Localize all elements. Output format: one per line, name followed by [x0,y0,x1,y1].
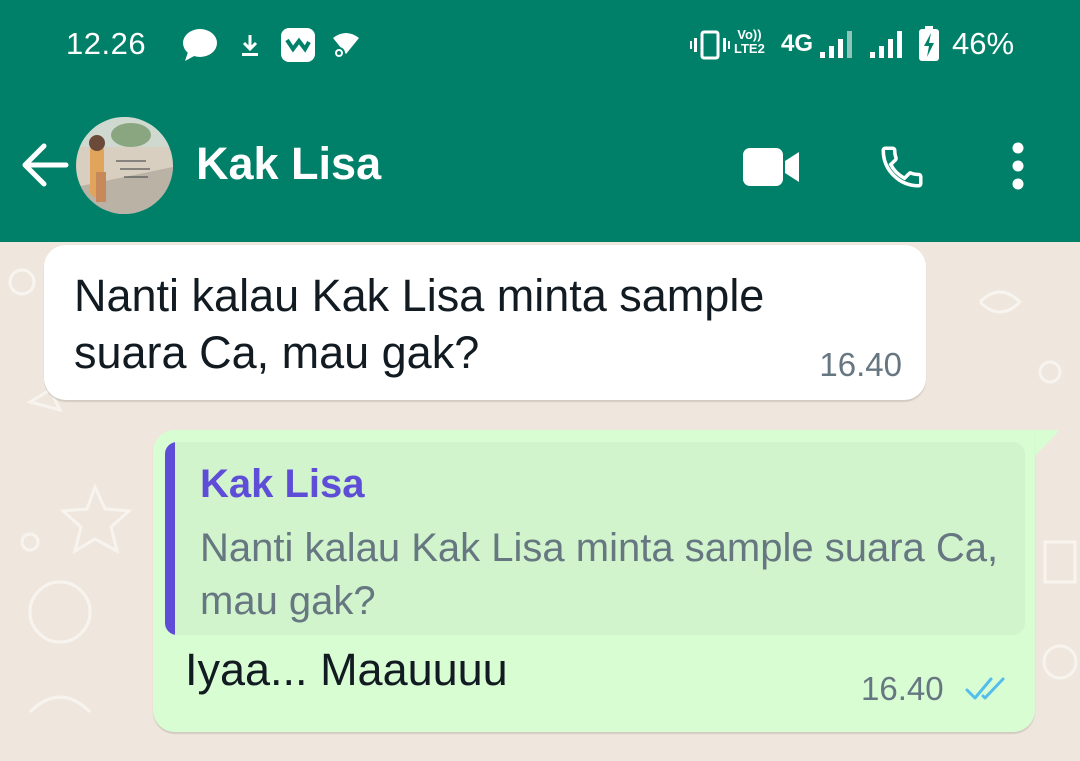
message-time: 16.40 [819,346,902,383]
battery-percent: 46% [952,26,1015,61]
chat-area[interactable]: Nanti kalau Kak Lisa minta sample suara … [0,242,1080,761]
download-icon [242,35,258,56]
quoted-message[interactable]: Kak Lisa Nanti kalau Kak Lisa minta samp… [165,442,1025,635]
signal-icon [820,31,852,58]
wifi-key-icon [333,33,359,59]
quote-accent-bar [165,442,175,635]
video-call-icon[interactable] [743,148,801,186]
bubble-tail [1033,430,1058,458]
quote-text: Nanti kalau Kak Lisa minta sample suara … [200,526,999,623]
network-type: 4G [781,30,814,57]
app-notification-icon [281,28,315,62]
contact-avatar[interactable] [76,117,173,214]
contact-name[interactable]: Kak Lisa [196,138,381,190]
chat-notification-icon [183,29,217,61]
back-arrow-icon[interactable] [18,140,70,190]
read-receipt-icon [965,677,1005,700]
volte-line-1: Vo)) [737,27,762,42]
more-options-icon[interactable] [1008,142,1028,190]
incoming-message[interactable]: Nanti kalau Kak Lisa minta sample suara … [44,245,926,400]
quote-author: Kak Lisa [200,462,365,506]
message-time: 16.40 [861,670,944,707]
status-time: 12.26 [66,26,147,61]
outgoing-message[interactable]: Kak Lisa Nanti kalau Kak Lisa minta samp… [153,430,1035,732]
message-text: Nanti kalau Kak Lisa minta sample suara … [74,270,765,378]
app-bar: 12.26 Vo)) LTE2 4G 46% Kak Lisa [0,0,1080,242]
status-bar: 12.26 Vo)) LTE2 4G 46% [0,0,1080,90]
avatar-image [76,117,173,214]
voice-call-icon[interactable] [876,142,928,192]
battery-charging-icon [919,26,939,61]
message-text: Iyaa... Maauuuu [185,644,508,695]
vibrate-icon [690,30,730,60]
volte-indicator: Vo)) LTE2 [734,28,765,56]
signal-icon [870,31,902,58]
volte-line-2: LTE2 [734,41,765,56]
